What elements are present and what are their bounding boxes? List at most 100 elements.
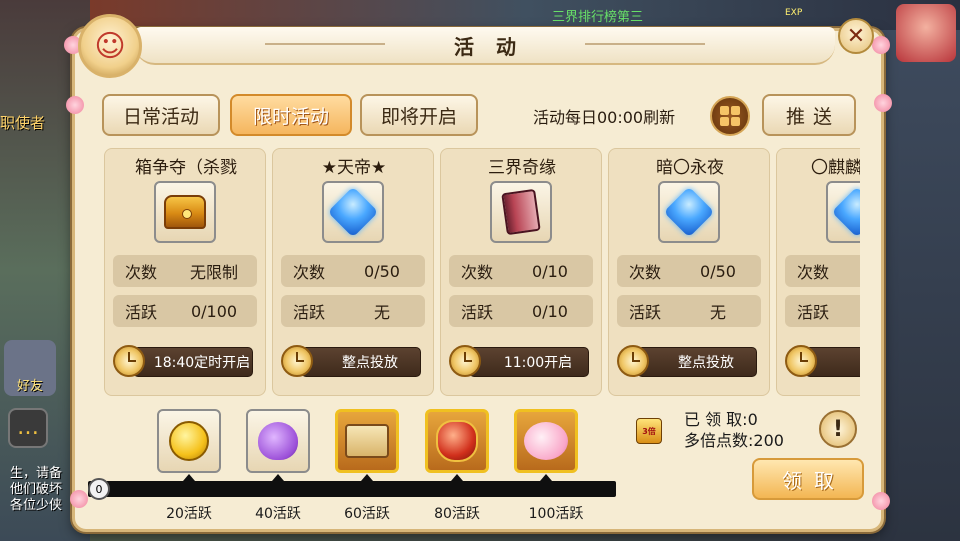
active-row: 活跃 无 <box>617 295 761 327</box>
active-row: 活跃 无 <box>281 295 425 327</box>
claimed-count: 已 领 取:0 <box>684 410 758 429</box>
reward-box-40[interactable] <box>246 409 310 473</box>
blue-gem-icon <box>663 186 715 238</box>
active-value: 无 <box>709 303 726 322</box>
active-row: 活跃 <box>785 295 860 327</box>
exp-label: EXP <box>785 8 803 18</box>
activity-progress-bar <box>88 481 616 497</box>
close-button[interactable]: ✕ <box>838 18 874 54</box>
active-label: 活跃 <box>293 303 326 322</box>
tab-daily-activities[interactable]: 日常活动 <box>102 94 220 136</box>
reward-label: 20活跃 <box>166 506 212 522</box>
count-label: 次数 <box>797 263 830 282</box>
progress-start-marker: 0 <box>88 478 110 500</box>
activity-title: 三界奇缘 <box>488 158 556 178</box>
active-label: 活跃 <box>629 303 662 322</box>
activity-card[interactable]: ★天帝★ 次数 0/50 活跃 无 整点投放 <box>272 148 434 396</box>
activity-card[interactable]: 〇麒麟 次数 活跃 整点 <box>776 148 860 396</box>
tab-label: 即将开启 <box>380 105 457 128</box>
panel-title: 活动 <box>454 34 538 59</box>
count-row: 次数 0/50 <box>617 255 761 287</box>
active-label: 活跃 <box>125 303 158 322</box>
purple-bag-icon <box>258 422 298 460</box>
flower-decoration <box>872 492 890 510</box>
tab-upcoming[interactable]: 即将开启 <box>360 94 478 136</box>
active-value: 无 <box>373 303 390 322</box>
count-row: 次数 0/10 <box>449 255 593 287</box>
count-label: 次数 <box>125 263 158 282</box>
activity-title: 箱争夺（杀戮 <box>135 158 237 178</box>
claim-button[interactable]: 领取 <box>752 458 864 500</box>
count-value: 0/50 <box>700 261 736 281</box>
treasure-chest-icon <box>164 195 206 229</box>
count-row: 次数 <box>785 255 860 287</box>
panel-title-bar: 活动 <box>135 27 835 65</box>
flower-decoration <box>874 94 892 112</box>
activity-card[interactable]: 暗〇永夜 次数 0/50 活跃 无 整点投放 <box>608 148 770 396</box>
left-title-text: 职使者 <box>0 114 46 132</box>
activity-card[interactable]: 三界奇缘 次数 0/10 活跃 0/10 11:00开启 <box>440 148 602 396</box>
activity-title: 暗〇永夜 <box>656 158 724 178</box>
progress-tick <box>183 474 195 481</box>
multiplier-icon: 3倍 <box>636 418 662 444</box>
active-label: 活跃 <box>461 303 494 322</box>
reward-box-80[interactable] <box>425 409 489 473</box>
activity-time-button[interactable]: 18:40定时开启 <box>133 347 253 377</box>
clock-icon <box>449 345 481 377</box>
reward-box-60[interactable] <box>335 409 399 473</box>
progress-tick <box>361 474 373 481</box>
chat-icon[interactable]: … <box>8 408 48 448</box>
count-row: 次数 无限制 <box>113 255 257 287</box>
grid-menu-icon[interactable] <box>710 96 750 136</box>
count-label: 次数 <box>461 263 494 282</box>
blue-gem-icon <box>831 186 860 238</box>
activity-icon-frame <box>322 181 384 243</box>
activity-card[interactable]: 箱争夺（杀戮 次数 无限制 活跃 0/100 18:40定时开启 <box>104 148 266 396</box>
tab-label: 限时活动 <box>252 105 329 128</box>
tab-limited-activities[interactable]: 限时活动 <box>230 94 352 136</box>
count-value: 无限制 <box>189 263 238 282</box>
activity-icon-frame <box>490 181 552 243</box>
reward-box-100[interactable] <box>514 409 578 473</box>
activity-button-label: 18:40定时开启 <box>153 355 251 371</box>
reward-label: 100活跃 <box>528 506 584 522</box>
active-value: 0/100 <box>190 301 238 321</box>
player-avatar-right[interactable] <box>896 4 956 62</box>
npc-avatar-icon: ☺ <box>78 14 142 78</box>
activity-title: ★天帝★ <box>321 158 387 178</box>
reward-label: 60活跃 <box>344 506 390 522</box>
clock-icon <box>617 345 649 377</box>
active-row: 活跃 0/100 <box>113 295 257 327</box>
claim-label: 领取 <box>782 468 846 493</box>
active-label: 活跃 <box>797 303 830 322</box>
count-value: 0/10 <box>532 261 568 281</box>
friend-label: 好友 <box>16 379 43 394</box>
progress-tick <box>451 474 463 481</box>
claim-status: 已 领 取:0 多倍点数:200 <box>684 409 784 451</box>
clock-icon <box>281 345 313 377</box>
active-value: 0/10 <box>532 301 568 321</box>
blue-gem-icon <box>327 186 379 238</box>
flower-decoration <box>70 490 88 508</box>
title-decoration-left <box>265 43 385 45</box>
push-button[interactable]: 推送 <box>762 94 856 136</box>
reward-label: 80活跃 <box>434 506 480 522</box>
progress-tick <box>272 474 284 481</box>
book-icon <box>501 188 541 236</box>
scroll-icon <box>345 424 389 458</box>
count-label: 次数 <box>293 263 326 282</box>
tab-label: 日常活动 <box>122 105 199 128</box>
info-icon[interactable]: ! <box>819 410 857 448</box>
gold-coin-icon <box>169 421 209 461</box>
close-icon: ✕ <box>846 23 866 49</box>
activity-card-list[interactable]: 箱争夺（杀戮 次数 无限制 活跃 0/100 18:40定时开启 ★天帝★ 次数 0/… <box>104 148 860 396</box>
activity-time-button[interactable]: 11:00开启 <box>469 347 589 377</box>
reward-label: 40活跃 <box>255 506 301 522</box>
reward-box-20[interactable] <box>157 409 221 473</box>
game-top-bar: 三界排行榜第三 EXP <box>90 0 960 30</box>
activity-button-label: 整点投放 <box>342 355 398 371</box>
activity-time-button[interactable]: 整点投放 <box>637 347 757 377</box>
count-label: 次数 <box>629 263 662 282</box>
activity-time-button[interactable]: 整点投放 <box>301 347 421 377</box>
friend-button[interactable]: 好友 <box>4 340 56 396</box>
